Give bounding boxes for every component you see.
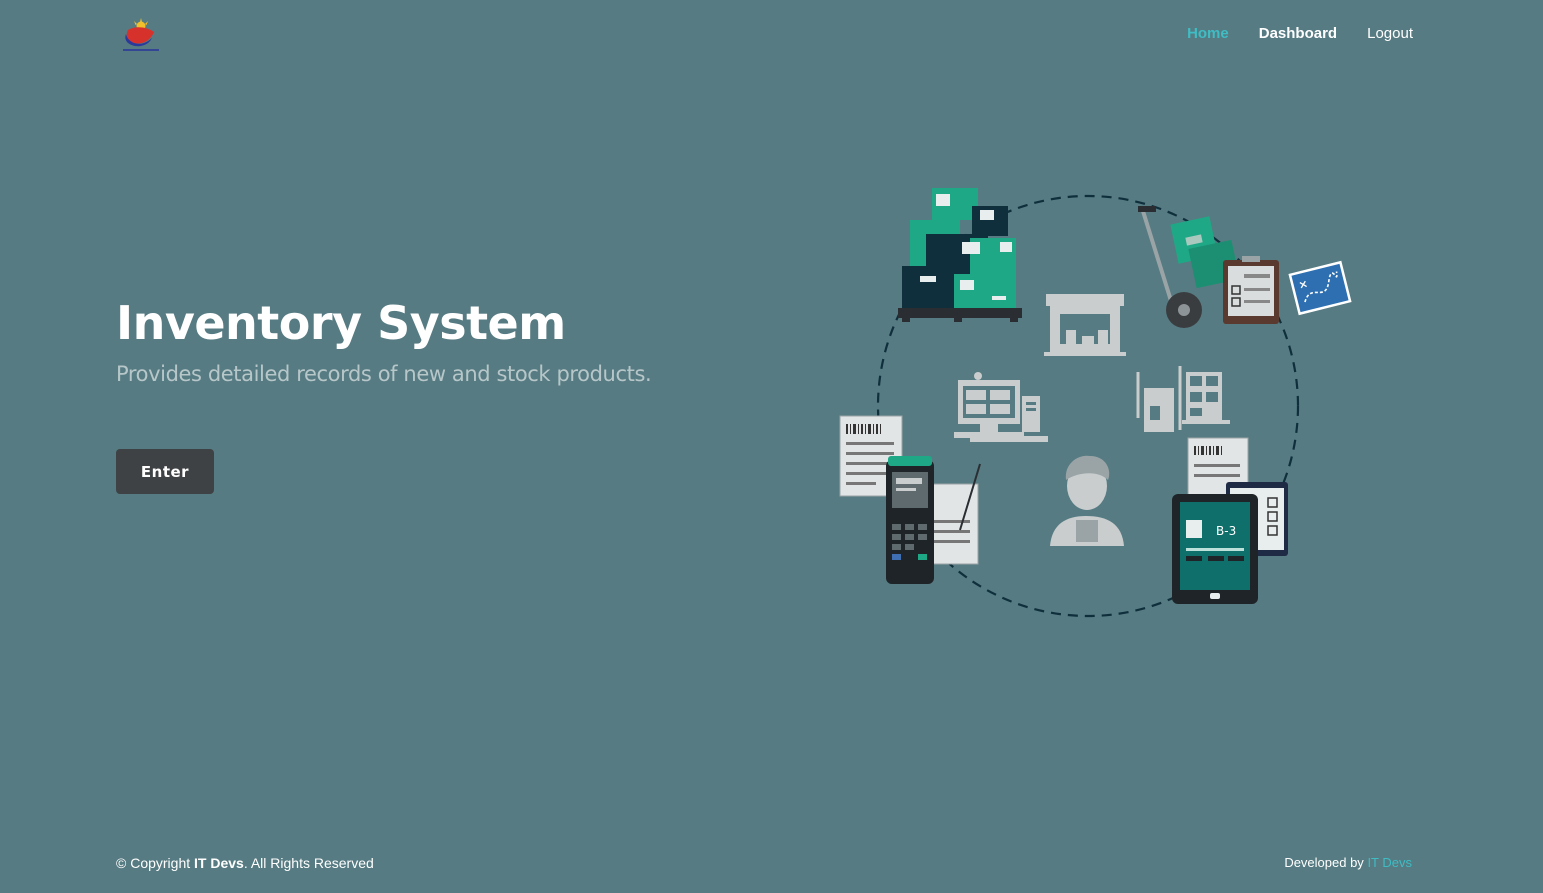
computer-icon <box>954 372 1048 442</box>
landing-page: Home Dashboard Logout Inventory System P… <box>0 0 1543 893</box>
warehouse-icon <box>1044 294 1126 356</box>
hero-subtitle: Provides detailed records of new and sto… <box>116 362 652 386</box>
nav-dashboard-link[interactable]: Dashboard <box>1259 24 1337 44</box>
scanner-icon <box>886 456 981 584</box>
hero-title: Inventory System <box>116 296 566 350</box>
clipboard-icon <box>1223 256 1279 324</box>
nav-logout-link[interactable]: Logout <box>1367 24 1413 44</box>
developed-by-label: Developed by <box>1284 855 1368 870</box>
worker-icon <box>1050 455 1124 546</box>
top-nav: Home Dashboard Logout <box>1187 24 1413 44</box>
developer-link[interactable]: IT Devs <box>1367 855 1412 870</box>
forklift-icon <box>1136 366 1230 432</box>
boxes-pallet-icon <box>898 188 1022 322</box>
copyright-prefix: © Copyright <box>116 855 195 871</box>
map-icon: × <box>1288 260 1352 316</box>
hero-section: Inventory System Provides detailed recor… <box>116 292 756 388</box>
tablet-label: B-3 <box>1216 524 1236 538</box>
copyright-company: IT Devs <box>194 855 244 871</box>
copyright-text: © Copyright IT Devs. All Rights Reserved <box>116 853 374 873</box>
inventory-illustration: × B-3 <box>839 188 1352 618</box>
developed-by-text: Developed by IT Devs <box>1284 853 1412 873</box>
bagong-pilipinas-logo[interactable] <box>120 16 162 54</box>
enter-button[interactable]: Enter <box>116 449 214 494</box>
copyright-suffix: . All Rights Reserved <box>243 855 374 871</box>
nav-home-link[interactable]: Home <box>1187 24 1229 44</box>
tablet-icon: B-3 <box>1172 494 1258 604</box>
